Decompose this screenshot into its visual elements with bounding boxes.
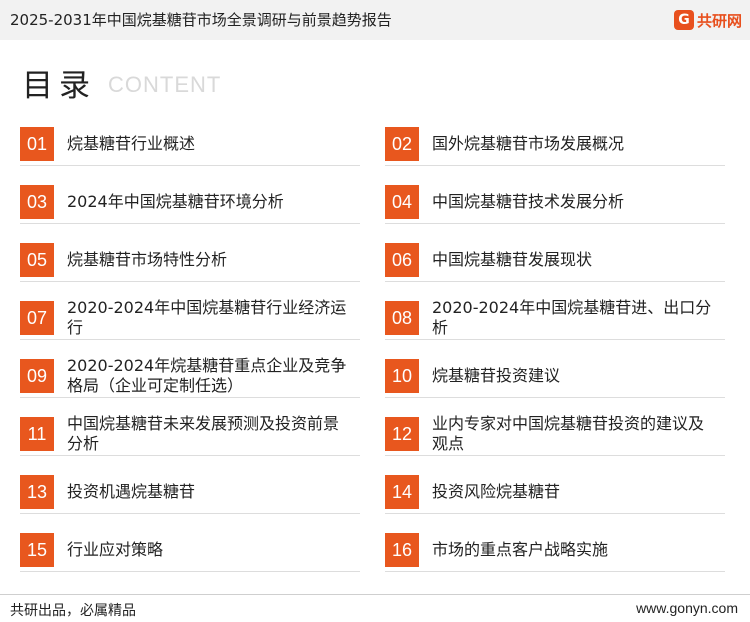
footer-website: www.gonyn.com <box>636 600 738 616</box>
toc-item-label: 2020-2024年中国烷基糖苷行业经济运行 <box>67 298 347 337</box>
toc-item-label: 中国烷基糖苷发展现状 <box>432 250 593 269</box>
toc-item-label: 烷基糖苷投资建议 <box>432 366 561 385</box>
toc-item: 03 2024年中国烷基糖苷环境分析 <box>20 184 360 224</box>
toc-item-divider <box>20 281 360 282</box>
toc-item-number: 15 <box>20 533 54 567</box>
toc-item-label: 市场的重点客户战略实施 <box>432 540 609 559</box>
page-title-main: 目录 <box>22 68 96 104</box>
toc-item-number: 04 <box>385 185 419 219</box>
toc-item-divider <box>20 571 360 572</box>
g-logo-icon: G <box>673 10 694 30</box>
footer-divider <box>0 594 750 595</box>
toc-item-number: 11 <box>20 417 54 451</box>
toc-item-number: 02 <box>385 127 419 161</box>
toc-item-divider <box>20 339 360 340</box>
toc-item-label: 烷基糖苷市场特性分析 <box>67 250 228 269</box>
toc-item-number: 07 <box>20 301 54 335</box>
toc-item-label: 行业应对策略 <box>67 540 164 559</box>
toc-item-divider <box>20 455 360 456</box>
toc-item-number: 16 <box>385 533 419 567</box>
toc-item-divider <box>385 513 725 514</box>
toc-item-number: 03 <box>20 185 54 219</box>
toc-item: 07 2020-2024年中国烷基糖苷行业经济运行 <box>20 298 360 340</box>
toc-item-number: 09 <box>20 359 54 393</box>
toc-item: 05 烷基糖苷市场特性分析 <box>20 242 360 282</box>
toc-item-label: 国外烷基糖苷市场发展概况 <box>432 134 625 153</box>
toc-item-divider <box>20 397 360 398</box>
toc-item-number: 01 <box>20 127 54 161</box>
logo-text: 共研网 <box>696 11 742 30</box>
toc-item-label: 2020-2024年中国烷基糖苷进、出口分析 <box>432 298 712 337</box>
toc-item: 12 业内专家对中国烷基糖苷投资的建议及观点 <box>385 414 725 456</box>
toc-item: 09 2020-2024年烷基糖苷重点企业及竞争格局（企业可定制任选） <box>20 356 360 398</box>
toc-item-label: 业内专家对中国烷基糖苷投资的建议及观点 <box>432 414 705 453</box>
toc-item-divider <box>385 339 725 340</box>
toc-item: 13 投资机遇烷基糖苷 <box>20 474 360 514</box>
toc-item: 15 行业应对策略 <box>20 532 360 572</box>
toc-item-number: 12 <box>385 417 419 451</box>
toc-item-divider <box>385 571 725 572</box>
toc-item: 11 中国烷基糖苷未来发展预测及投资前景分析 <box>20 414 360 456</box>
toc-item-divider <box>385 223 725 224</box>
toc-item-divider <box>385 281 725 282</box>
toc-item-label: 烷基糖苷行业概述 <box>67 134 196 153</box>
report-title: 2025-2031年中国烷基糖苷市场全景调研与前景趋势报告 <box>10 11 392 29</box>
toc-item-divider <box>385 397 725 398</box>
toc-item-number: 10 <box>385 359 419 393</box>
toc-item: 10 烷基糖苷投资建议 <box>385 358 725 398</box>
toc-item-number: 13 <box>20 475 54 509</box>
toc-item-number: 14 <box>385 475 419 509</box>
brand-logo: G 共研网 <box>673 8 742 32</box>
toc-item-divider <box>20 223 360 224</box>
toc-item: 14 投资风险烷基糖苷 <box>385 474 725 514</box>
toc-item-label: 投资风险烷基糖苷 <box>432 482 561 501</box>
toc-item-divider <box>20 165 360 166</box>
toc-item-label: 中国烷基糖苷未来发展预测及投资前景分析 <box>67 414 340 453</box>
toc-item-number: 08 <box>385 301 419 335</box>
toc-item-label: 2024年中国烷基糖苷环境分析 <box>67 192 284 211</box>
footer-slogan: 共研出品，必属精品 <box>10 603 136 619</box>
toc-item-label: 投资机遇烷基糖苷 <box>67 482 196 501</box>
toc-item-label: 2020-2024年烷基糖苷重点企业及竞争格局（企业可定制任选） <box>67 356 347 395</box>
toc-item-label: 中国烷基糖苷技术发展分析 <box>432 192 625 211</box>
page-title-sub: CONTENT <box>108 72 222 97</box>
toc-item-number: 06 <box>385 243 419 277</box>
toc-item-divider <box>20 513 360 514</box>
toc-item: 01 烷基糖苷行业概述 <box>20 126 360 166</box>
toc-item-number: 05 <box>20 243 54 277</box>
toc-item: 04 中国烷基糖苷技术发展分析 <box>385 184 725 224</box>
toc-item: 02 国外烷基糖苷市场发展概况 <box>385 126 725 166</box>
toc-item: 08 2020-2024年中国烷基糖苷进、出口分析 <box>385 298 725 340</box>
toc-item-divider <box>385 455 725 456</box>
toc-item: 16 市场的重点客户战略实施 <box>385 532 725 572</box>
toc-item-divider <box>385 165 725 166</box>
header-bar: 2025-2031年中国烷基糖苷市场全景调研与前景趋势报告 G 共研网 <box>0 0 750 40</box>
toc-item: 06 中国烷基糖苷发展现状 <box>385 242 725 282</box>
